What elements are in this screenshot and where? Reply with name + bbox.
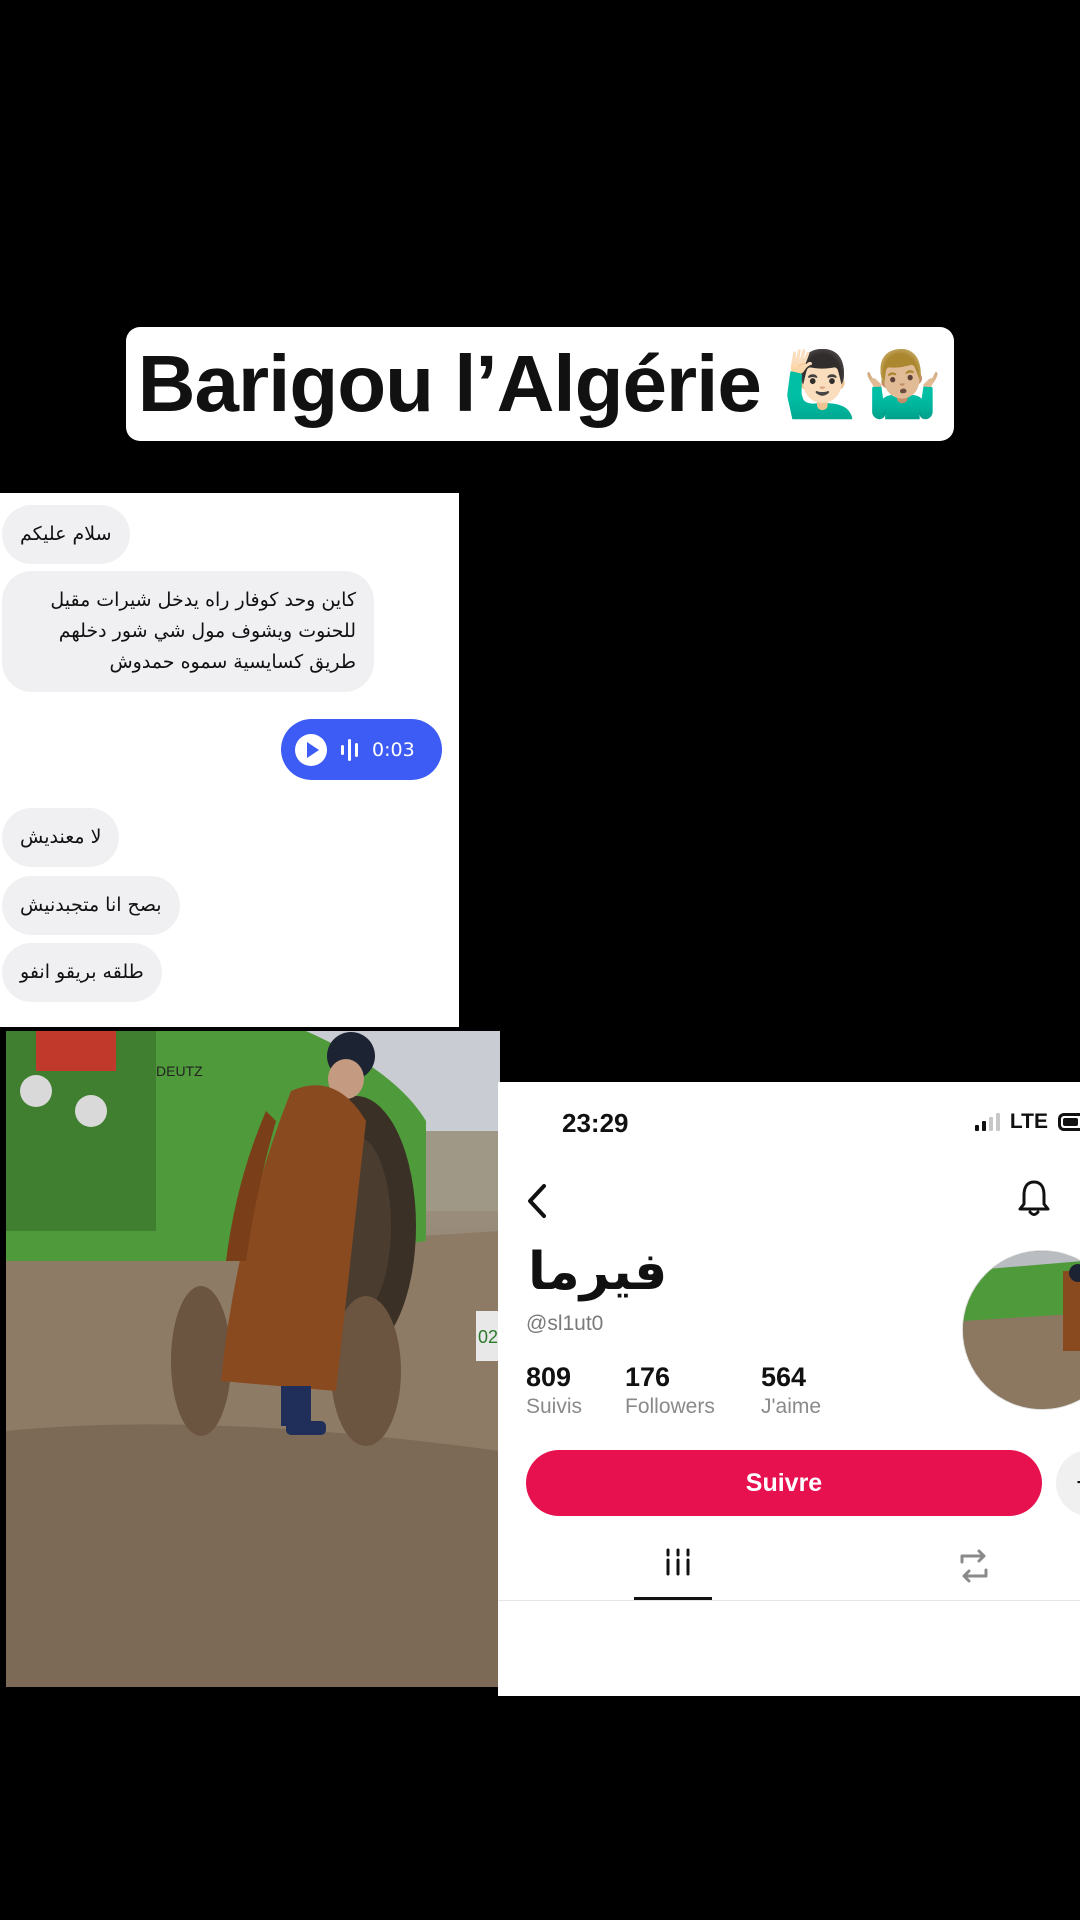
chat-panel: سلام عليكم كاين وحد كوفار راه يدخل شيرات… [0, 493, 459, 1027]
repost-icon[interactable] [950, 1542, 998, 1590]
status-indicators: LTE [974, 1110, 1080, 1134]
back-icon[interactable] [522, 1180, 552, 1222]
tab-divider [498, 1600, 1080, 1601]
follow-button[interactable]: Suivre [526, 1450, 1042, 1516]
chat-message: سلام عليكم [2, 505, 130, 564]
stat-likes[interactable]: 564 J'aime [761, 1362, 821, 1419]
chat-message: لا معنديش [2, 808, 120, 867]
stat-label: J'aime [761, 1395, 822, 1418]
stat-value: 809 [526, 1362, 572, 1392]
voice-duration: 0:03 [372, 738, 415, 761]
more-button[interactable]: + [1056, 1450, 1080, 1516]
title-banner: Barigou l’Algérie 🙋🏻‍♂️🤷🏼‍♂️ [126, 327, 954, 441]
stat-label: Suivis [526, 1395, 583, 1418]
stat-value: 176 [625, 1362, 671, 1392]
signal-icon [974, 1113, 1000, 1131]
tractor-label: DEUTZ [156, 1063, 203, 1079]
tractor-photo: DEUTZ 02 [6, 1031, 500, 1687]
waveform-icon [341, 738, 358, 761]
avatar-image [963, 1251, 1080, 1409]
chat-message: كاين وحد كوفار راه يدخل شيرات مقيل للحنو… [2, 571, 374, 692]
plate-number: 02 [478, 1327, 498, 1347]
chat-message: طلقه بريقو انفو [2, 943, 162, 1002]
stat-label: Followers [625, 1395, 715, 1418]
status-time: 23:29 [562, 1108, 629, 1138]
play-icon[interactable] [295, 733, 327, 766]
title-emoji: 🙋🏻‍♂️🤷🏼‍♂️ [782, 347, 943, 422]
video-title: Barigou l’Algérie [137, 339, 762, 428]
photo-illustration: DEUTZ 02 [6, 1031, 500, 1687]
profile-handle: @sl1ut0 [526, 1312, 604, 1335]
bell-icon[interactable] [1016, 1177, 1052, 1219]
profile-panel: 23:29 LTE فيرما @sl1ut0 809 Suivis 176 F… [498, 1082, 1080, 1696]
stat-followers[interactable]: 176 Followers [625, 1362, 715, 1419]
videos-grid-icon[interactable] [638, 1542, 718, 1596]
stat-following[interactable]: 809 Suivis [526, 1362, 582, 1419]
avatar[interactable] [962, 1250, 1080, 1410]
network-type: LTE [1009, 1110, 1048, 1133]
stat-value: 564 [761, 1362, 807, 1392]
profile-name: فيرما [528, 1242, 668, 1302]
voice-message[interactable]: 0:03 [281, 719, 442, 780]
chat-message: بصح انا متجبدنيش [2, 876, 180, 935]
battery-icon [1058, 1113, 1080, 1131]
